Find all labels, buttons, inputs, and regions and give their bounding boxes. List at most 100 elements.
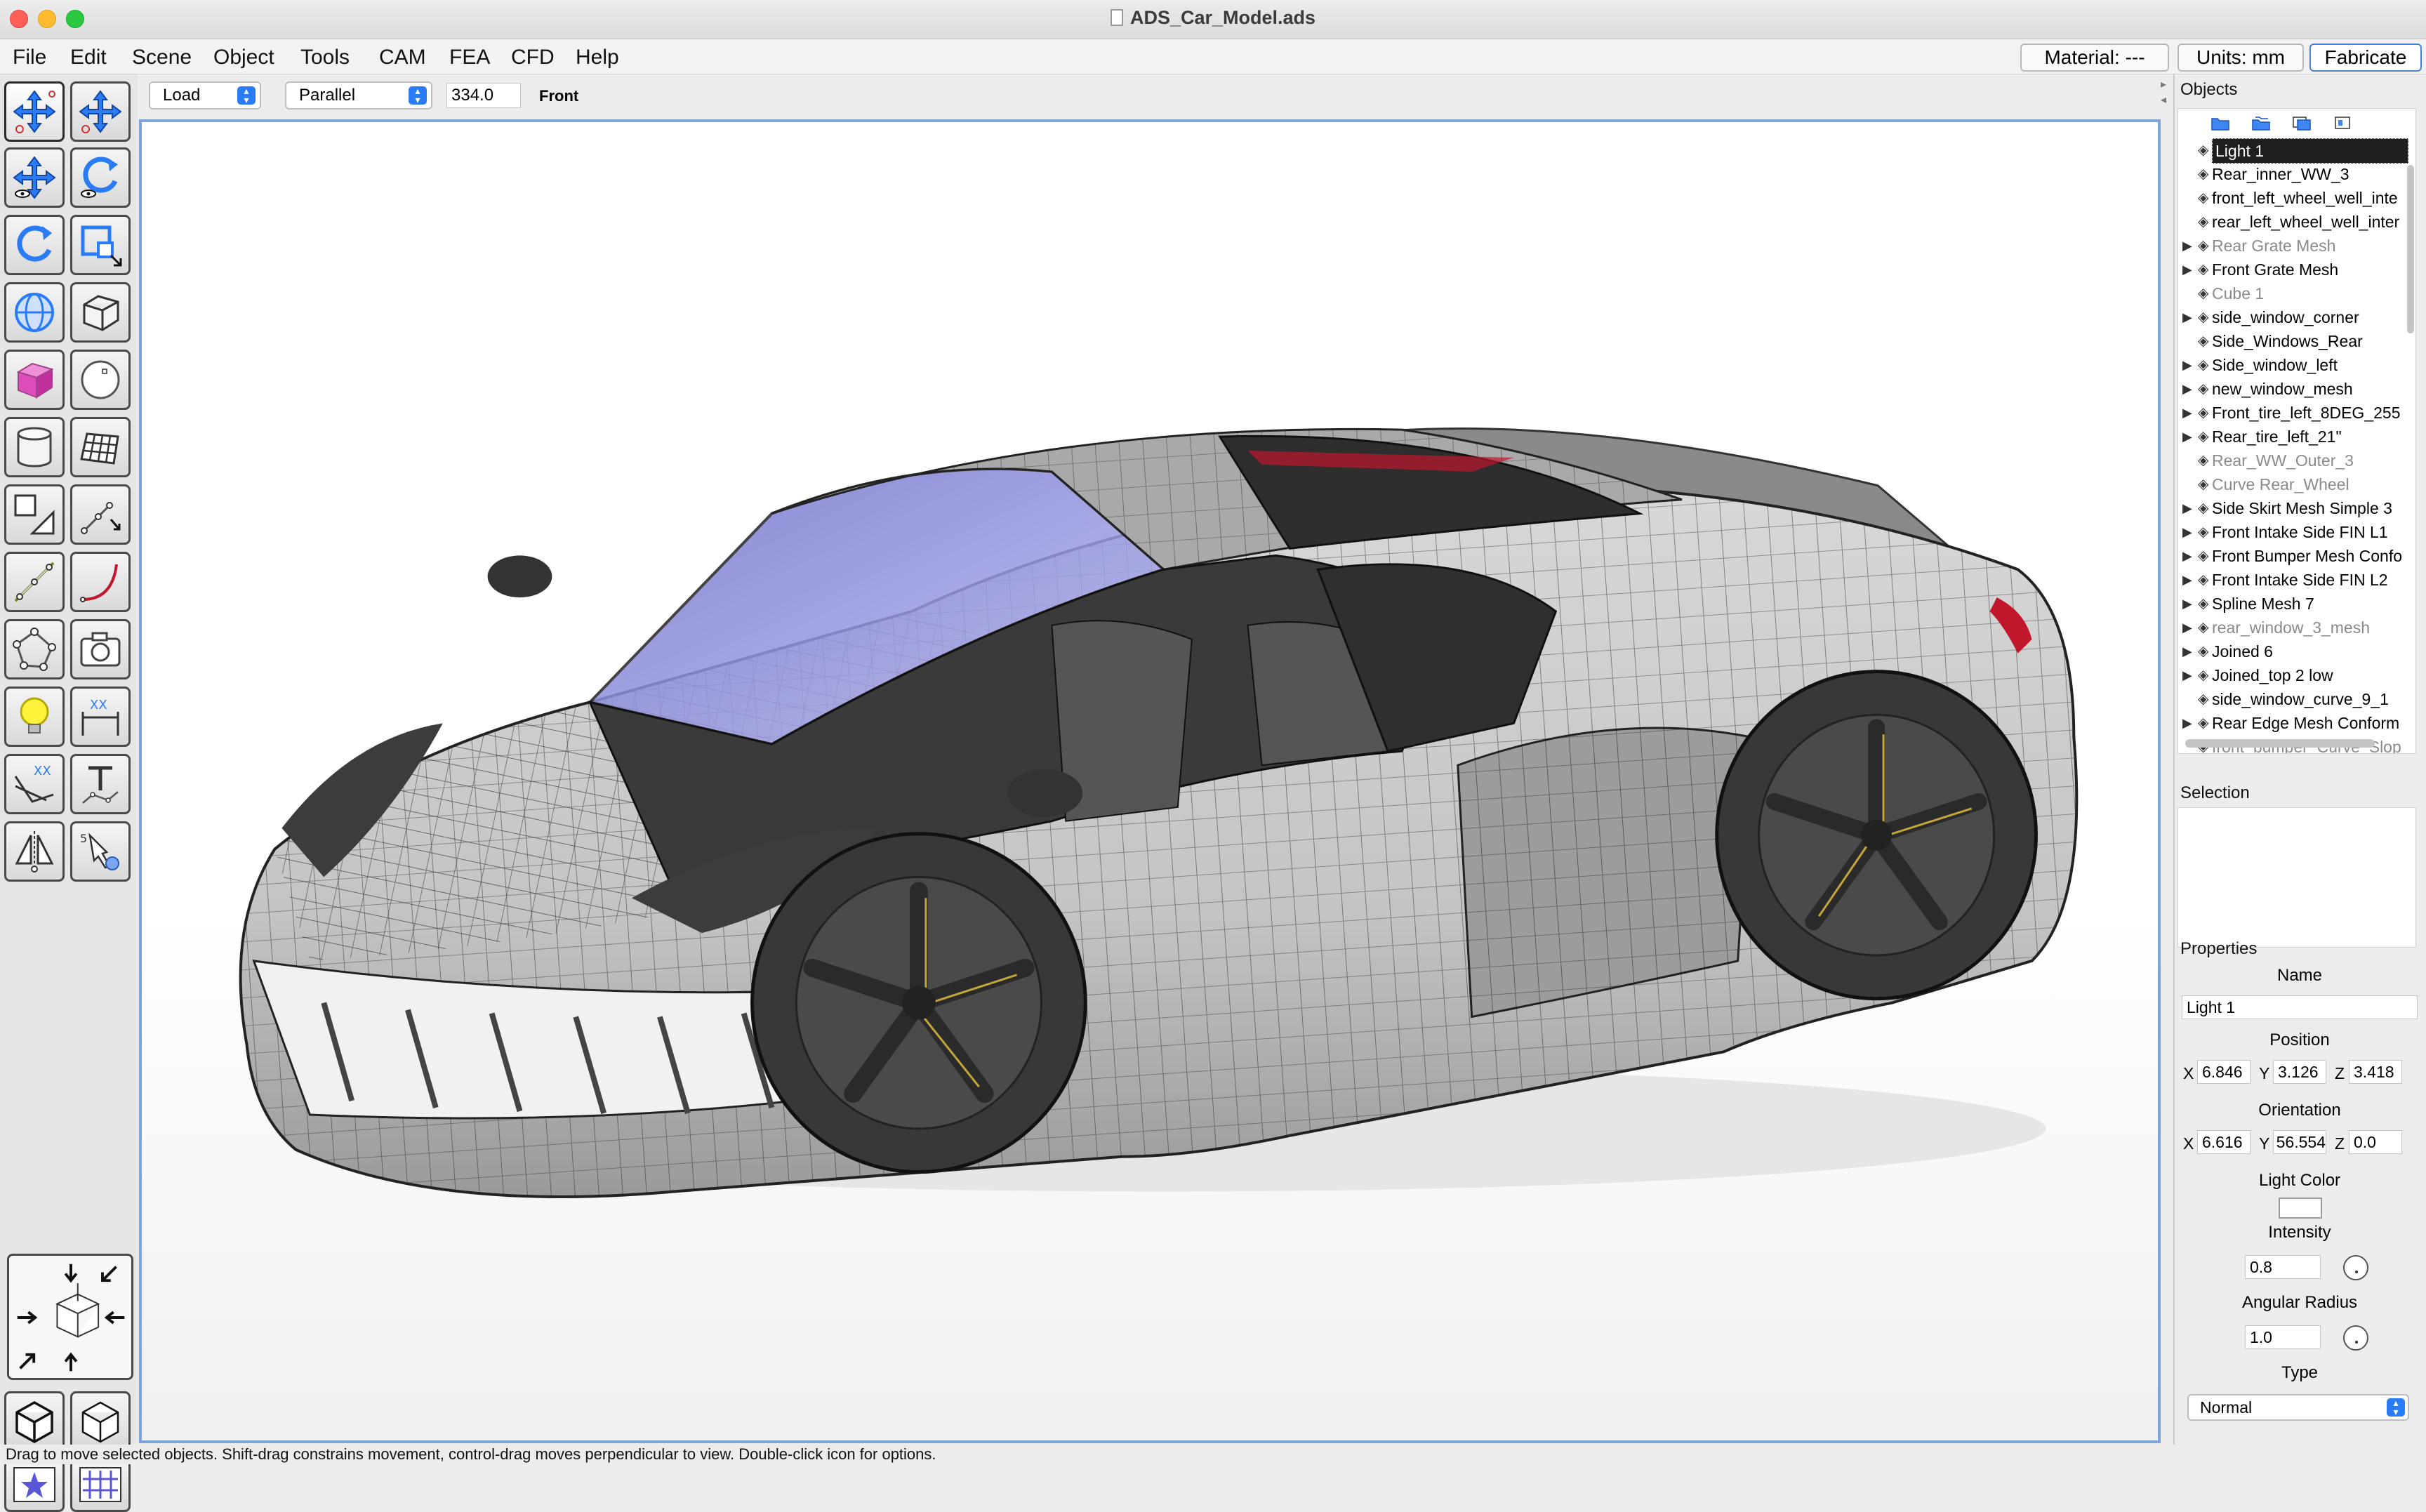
object-visibility-icon[interactable]: ◈ <box>2198 353 2208 377</box>
object-visibility-icon[interactable]: ◈ <box>2198 234 2208 258</box>
object-row[interactable]: ▶ ◈ Rear Edge Mesh Conform <box>2178 711 2415 735</box>
expand-triangle-icon[interactable]: ▶ <box>2182 258 2192 281</box>
objects-list[interactable]: ◈ Light 1 ◈ Rear_inner_WW_3 ◈ front_left_whee… <box>2178 108 2416 754</box>
intensity-field[interactable]: 0.8 <box>2245 1255 2321 1279</box>
object-row[interactable]: ▶ ◈ Joined_top 2 low <box>2178 663 2415 687</box>
position-x-field[interactable]: 6.846 <box>2197 1060 2251 1084</box>
scale-object-tool[interactable] <box>70 215 131 275</box>
view-navigation-cube[interactable] <box>7 1254 133 1380</box>
object-visibility-icon[interactable]: ◈ <box>2198 544 2208 568</box>
object-visibility-icon[interactable]: ◈ <box>2198 186 2208 210</box>
object-row[interactable]: ▶ ◈ Front_tire_left_8DEG_255 <box>2178 401 2415 425</box>
cube-tool[interactable] <box>4 350 65 410</box>
circle-tool[interactable] <box>70 350 131 410</box>
expand-triangle-icon[interactable]: ▶ <box>2182 663 2192 687</box>
objects-vertical-scrollbar[interactable] <box>2407 165 2414 333</box>
script-tool[interactable]: 5 <box>70 821 131 882</box>
expand-triangle-icon[interactable]: ▶ <box>2182 616 2192 639</box>
material-button[interactable]: Material: --- <box>2020 44 2169 72</box>
object-row[interactable]: ◈ rear_left_wheel_well_inter <box>2178 210 2415 234</box>
light-color-swatch[interactable] <box>2279 1198 2322 1219</box>
fabricate-button[interactable]: Fabricate <box>2309 44 2422 72</box>
folder-icon[interactable] <box>2210 114 2230 131</box>
menu-cam[interactable]: CAM <box>379 46 426 69</box>
object-row[interactable]: ▶ ◈ Front Intake Side FIN L2 <box>2178 568 2415 592</box>
object-visibility-icon[interactable]: ◈ <box>2198 258 2208 281</box>
collapse-right-icon[interactable]: ▸ <box>2161 77 2173 91</box>
menu-edit[interactable]: Edit <box>70 46 107 69</box>
polygon-tool[interactable] <box>4 484 65 545</box>
expand-triangle-icon[interactable]: ▶ <box>2182 568 2192 592</box>
object-visibility-icon[interactable]: ◈ <box>2198 449 2208 472</box>
selection-list[interactable] <box>2178 807 2416 948</box>
sparkle-grid-button[interactable] <box>70 1457 131 1512</box>
line-tool[interactable] <box>70 484 131 545</box>
object-visibility-icon[interactable]: ◈ <box>2198 138 2208 162</box>
scale-field[interactable]: 334.0 <box>446 83 521 108</box>
orientation-z-field[interactable]: 0.0 <box>2349 1130 2402 1154</box>
object-visibility-icon[interactable]: ◈ <box>2198 210 2208 234</box>
orientation-y-field[interactable]: 56.554 <box>2273 1130 2326 1154</box>
angle-dimension-tool[interactable]: XX <box>4 754 65 814</box>
wireframe-view-button[interactable] <box>70 1391 131 1452</box>
mode-select[interactable]: Load ▴ ▾ <box>149 81 261 110</box>
object-row[interactable]: ▶ ◈ Front Bumper Mesh Confo <box>2178 544 2415 568</box>
object-row[interactable]: ▶ ◈ new_window_mesh <box>2178 377 2415 401</box>
cylinder-tool[interactable] <box>4 417 65 477</box>
object-visibility-icon[interactable]: ◈ <box>2198 616 2208 639</box>
name-field[interactable]: Light 1 <box>2182 995 2418 1019</box>
curve-tool[interactable] <box>70 552 131 612</box>
expand-triangle-icon[interactable]: ▶ <box>2182 544 2192 568</box>
expand-triangle-icon[interactable]: ▶ <box>2182 234 2192 258</box>
angular-radius-knob-icon[interactable] <box>2343 1325 2368 1351</box>
object-row[interactable]: ▶ ◈ Front Intake Side FIN L1 <box>2178 520 2415 544</box>
position-y-field[interactable]: 3.126 <box>2273 1060 2326 1084</box>
menu-tools[interactable]: Tools <box>300 46 350 69</box>
move-selected-tool[interactable] <box>4 81 65 142</box>
menu-help[interactable]: Help <box>576 46 619 69</box>
object-visibility-icon[interactable]: ◈ <box>2198 687 2208 711</box>
folder-stack-icon[interactable] <box>2251 114 2271 131</box>
object-visibility-icon[interactable]: ◈ <box>2198 663 2208 687</box>
menu-cfd[interactable]: CFD <box>511 46 555 69</box>
object-row[interactable]: ▶ ◈ Rear Grate Mesh <box>2178 234 2415 258</box>
spline-tool[interactable] <box>4 552 65 612</box>
object-visibility-icon[interactable]: ◈ <box>2198 401 2208 425</box>
object-visibility-icon[interactable]: ◈ <box>2198 520 2208 544</box>
expand-triangle-icon[interactable]: ▶ <box>2182 305 2192 329</box>
object-visibility-icon[interactable]: ◈ <box>2198 592 2208 616</box>
window-stack-icon[interactable] <box>2292 114 2312 131</box>
units-button[interactable]: Units: mm <box>2178 44 2304 72</box>
expand-triangle-icon[interactable]: ▶ <box>2182 592 2192 616</box>
objects-horizontal-scrollbar[interactable] <box>2185 739 2375 748</box>
intensity-knob-icon[interactable] <box>2343 1255 2368 1280</box>
object-row[interactable]: ◈ Curve Rear_Wheel <box>2178 472 2415 496</box>
menu-object[interactable]: Object <box>213 46 274 69</box>
favorites-button[interactable] <box>4 1457 65 1512</box>
3d-viewport[interactable] <box>139 119 2161 1443</box>
move-view-tool[interactable] <box>4 147 65 208</box>
expand-triangle-icon[interactable]: ▶ <box>2182 496 2192 520</box>
panel-icon[interactable] <box>2333 114 2352 131</box>
expand-triangle-icon[interactable]: ▶ <box>2182 401 2192 425</box>
object-row[interactable]: ◈ Rear_WW_Outer_3 <box>2178 449 2415 472</box>
object-row[interactable]: ◈ side_window_curve_9_1 <box>2178 687 2415 711</box>
text-tool[interactable] <box>70 754 131 814</box>
object-row[interactable]: ▶ ◈ side_window_corner <box>2178 305 2415 329</box>
position-z-field[interactable]: 3.418 <box>2349 1060 2402 1084</box>
rotate-object-tool[interactable] <box>4 215 65 275</box>
mirror-tool[interactable] <box>4 821 65 882</box>
points-tool[interactable] <box>4 619 65 679</box>
object-row[interactable]: ▶ ◈ Rear_tire_left_21" <box>2178 425 2415 449</box>
expand-triangle-icon[interactable]: ▶ <box>2182 425 2192 449</box>
object-visibility-icon[interactable]: ◈ <box>2198 472 2208 496</box>
object-row[interactable]: ▶ ◈ Joined 6 <box>2178 639 2415 663</box>
object-visibility-icon[interactable]: ◈ <box>2198 496 2208 520</box>
menu-file[interactable]: File <box>13 46 46 69</box>
rotate-view-tool[interactable] <box>70 147 131 208</box>
dimension-tool[interactable]: XX <box>70 687 131 747</box>
object-visibility-icon[interactable]: ◈ <box>2198 377 2208 401</box>
object-visibility-icon[interactable]: ◈ <box>2198 162 2208 186</box>
object-row[interactable]: ◈ Light 1 <box>2178 138 2415 164</box>
object-visibility-icon[interactable]: ◈ <box>2198 711 2208 735</box>
